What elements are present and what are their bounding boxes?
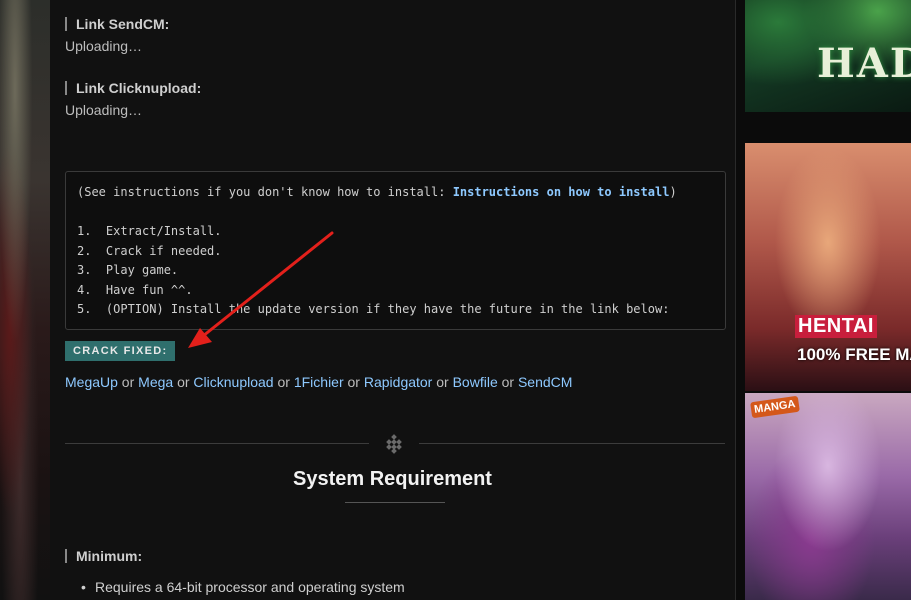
ad-banner-hades[interactable]: HAD	[745, 0, 911, 112]
ad-hades-title: HAD	[817, 40, 911, 87]
post-content: Link SendCM: Uploading… Link Clicknuploa…	[50, 0, 735, 600]
ad-hentai-logo: HENTAI	[795, 315, 877, 338]
instruction-step: 3. Play game.	[77, 263, 179, 277]
link-bowfile[interactable]: Bowfile	[453, 374, 498, 390]
background-art	[0, 0, 50, 600]
section-divider-left	[65, 443, 369, 444]
instruction-step: 1. Extract/Install.	[77, 224, 222, 238]
section-divider-right	[419, 443, 725, 444]
instructions-intro: (See instructions if you don't know how …	[77, 185, 677, 199]
crack-fixed-badge: CRACK FIXED:	[65, 341, 176, 361]
ad-banner-manga[interactable]: MANGA	[745, 393, 911, 600]
instruction-step: 2. Crack if needed.	[77, 244, 222, 258]
minimum-label: Minimum:	[65, 549, 142, 563]
link-megaup[interactable]: MegaUp	[65, 374, 118, 390]
link-clicknupload-label: Link Clicknupload:	[65, 81, 201, 95]
link-sendcm[interactable]: SendCM	[518, 374, 572, 390]
ad-banner-hentai[interactable]: HENTAI 100% FREE MA	[745, 143, 911, 391]
diamond-ornament-icon	[386, 434, 402, 454]
link-sendcm-label: Link SendCM:	[65, 17, 169, 31]
instruction-step: 5. (OPTION) Install the update version i…	[77, 302, 670, 316]
requirement-item: Requires a 64-bit processor and operatin…	[81, 579, 405, 595]
link-sendcm-status: Uploading…	[65, 38, 143, 54]
sidebar-ads: HAD HENTAI 100% FREE MA MANGA	[736, 0, 911, 600]
title-underline	[345, 502, 445, 503]
section-title: System Requirement	[293, 468, 492, 490]
instructions-link[interactable]: Instructions on how to install	[453, 185, 670, 199]
link-mega[interactable]: Mega	[138, 374, 173, 390]
link-rapidgator[interactable]: Rapidgator	[364, 374, 433, 390]
link-clicknupload-status: Uploading…	[65, 102, 143, 118]
install-instructions-box: (See instructions if you don't know how …	[65, 171, 726, 330]
link-clicknupload[interactable]: Clicknupload	[193, 374, 273, 390]
ad-hentai-tagline: 100% FREE MA	[797, 345, 911, 364]
ad-manga-logo: MANGA	[750, 395, 800, 419]
link-1fichier[interactable]: 1Fichier	[294, 374, 344, 390]
crack-links-row: MegaUp or Mega or Clicknupload or 1Fichi…	[65, 374, 573, 390]
instruction-step: 4. Have fun ^^.	[77, 283, 193, 297]
